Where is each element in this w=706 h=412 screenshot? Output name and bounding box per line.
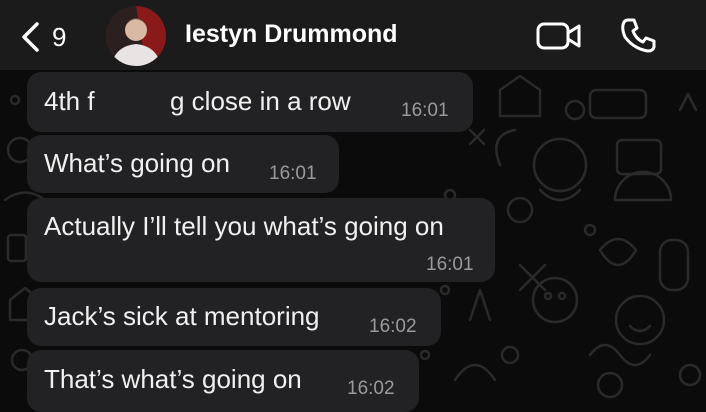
message-timestamp: 16:01 xyxy=(401,100,449,121)
message-text: What’s going on xyxy=(44,148,230,178)
chevron-left-icon xyxy=(22,22,39,52)
contact-name[interactable]: Iestyn Drummond xyxy=(185,20,398,49)
message-timestamp: 16:01 xyxy=(426,254,474,275)
avatar[interactable] xyxy=(106,6,166,66)
message-text: That’s what’s going on xyxy=(44,364,302,394)
phone-icon[interactable] xyxy=(619,16,657,54)
message-bubble[interactable]: That’s what’s going on 16:02 xyxy=(27,350,419,412)
message-bubble[interactable]: Jack’s sick at mentoring 16:02 xyxy=(27,288,441,346)
message-timestamp: 16:02 xyxy=(347,378,395,399)
message-timestamp: 16:02 xyxy=(369,316,417,337)
message-bubble[interactable]: Actually I’ll tell you what’s going on 1… xyxy=(27,198,495,282)
video-camera-icon[interactable] xyxy=(536,20,582,52)
avatar-image xyxy=(106,6,166,66)
message-text: Jack’s sick at mentoring xyxy=(44,301,320,331)
message-bubble[interactable]: What’s going on 16:01 xyxy=(27,135,339,193)
message-bubble[interactable]: 4th f g close in a row 16:01 xyxy=(27,72,473,132)
unread-count: 9 xyxy=(52,21,67,52)
message-timestamp: 16:01 xyxy=(269,163,317,184)
message-text: Actually I’ll tell you what’s going on xyxy=(44,211,444,241)
message-text-start: 4th f xyxy=(44,86,95,116)
chat-header: 9 Iestyn Drummond xyxy=(0,0,706,70)
back-button[interactable]: 9 xyxy=(18,20,66,54)
message-text-end: g close in a row xyxy=(170,86,351,116)
